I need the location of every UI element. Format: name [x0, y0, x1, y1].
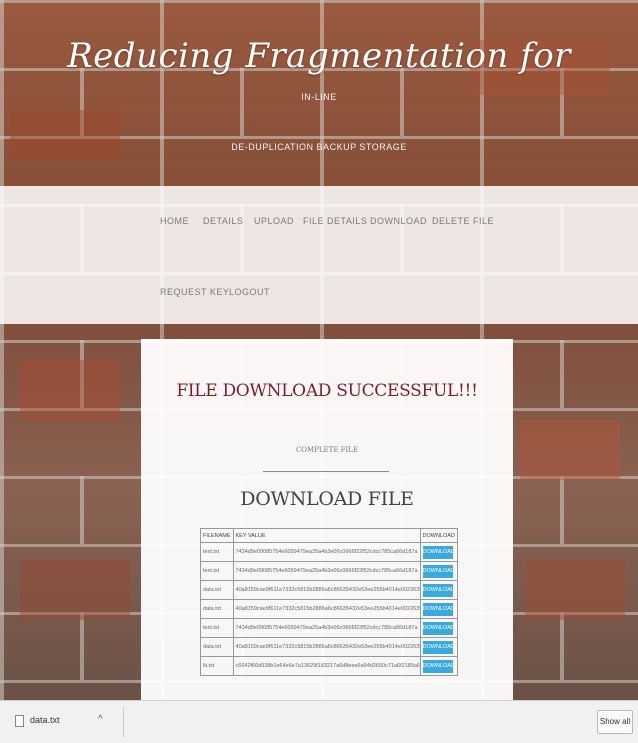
- download-panel: FILE DOWNLOAD SUCCESSFUL!!! COMPLETE FIL…: [141, 339, 513, 700]
- download-button[interactable]: DOWNLOAD: [422, 545, 455, 559]
- cell-key: 7434d9e09085754e6059479ea25a4b3e06c0666f…: [232, 618, 421, 638]
- cell-key: 7434d9e09085754e6059479ea25a4b3e06c0666f…: [232, 561, 421, 581]
- table-row: data.txt 40a8159cae9f611e7332c5815b2886a…: [200, 637, 458, 657]
- table-row: data.txt 40a8159cae9f611e7332c5815b2886a…: [200, 580, 458, 600]
- site-subtitle-line1: IN-LINE: [301, 92, 337, 102]
- cell-key: 7434d9e09085754e6059479ea25a4b3e06c0666f…: [232, 542, 421, 562]
- header-key-value: KEY VALUE: [232, 528, 421, 543]
- cell-filename: text.txt: [200, 542, 234, 562]
- download-button[interactable]: DOWNLOAD: [422, 564, 455, 578]
- cell-key: 40a8159cae9f611e7332c5815b2886a6c8663543…: [232, 580, 421, 600]
- nav-request-key[interactable]: REQUEST KEY: [160, 287, 229, 297]
- downloaded-file-name[interactable]: data.txt: [30, 715, 60, 725]
- site-title: Reducing Fragmentation for: [67, 36, 571, 76]
- table-row: lit.txt c6642f66d938b1e64e6e7a13629f1832…: [200, 656, 458, 676]
- cell-key: 40a8159cae9f611e7332c5815b2886a6c8663543…: [232, 599, 421, 619]
- complete-file-label: COMPLETE FILE: [295, 446, 359, 454]
- show-all-button[interactable]: Show all: [597, 710, 633, 734]
- nav-upload[interactable]: UPLOAD: [254, 216, 294, 226]
- cell-filename: text.txt: [200, 618, 234, 638]
- nav-home[interactable]: HOME: [160, 216, 189, 226]
- brick: [20, 560, 130, 620]
- nav-logout[interactable]: LOGOUT: [229, 287, 270, 297]
- cell-key: 40a8159cae9f611e7332c5815b2886a6c8663543…: [232, 637, 421, 657]
- brick: [10, 110, 120, 160]
- success-message: FILE DOWNLOAD SUCCESSFUL!!!: [176, 381, 478, 401]
- nav-download[interactable]: DOWNLOAD: [370, 216, 427, 226]
- files-table: FILENAME KEY VALUE DOWNLOAD text.txt 743…: [200, 528, 458, 676]
- cell-filename: data.txt: [200, 637, 234, 657]
- cell-filename: data.txt: [200, 599, 234, 619]
- browser-download-bar: data.txt ^ Show all: [0, 700, 638, 743]
- download-button[interactable]: DOWNLOAD: [422, 602, 455, 616]
- header-download: DOWNLOAD: [419, 528, 458, 543]
- nav-file-details[interactable]: FILE DETAILS: [303, 216, 367, 226]
- download-button[interactable]: DOWNLOAD: [422, 583, 455, 597]
- download-button[interactable]: DOWNLOAD: [422, 659, 455, 673]
- chevron-up-icon[interactable]: ^: [98, 714, 103, 725]
- brick: [520, 420, 620, 480]
- cell-filename: data.txt: [200, 580, 234, 600]
- main-nav: HOME DETAILS UPLOAD FILE DETAILS DOWNLOA…: [0, 186, 638, 324]
- table-row: data.txt 40a8159cae9f611e7332c5815b2886a…: [200, 599, 458, 619]
- header-filename: FILENAME: [200, 528, 234, 543]
- download-button[interactable]: DOWNLOAD: [422, 640, 455, 654]
- cell-key: c6642f66d938b1e64e6e7a13629f183217a6d8ee…: [232, 656, 421, 676]
- table-row: text.txt 7434d9e09085754e6059479ea25a4b3…: [200, 561, 458, 581]
- site-subtitle-line2: DE-DUPLICATION BACKUP STORAGE: [231, 142, 407, 152]
- brick: [525, 560, 625, 620]
- cell-filename: text.txt: [200, 561, 234, 581]
- file-icon: [15, 715, 24, 727]
- cell-filename: lit.txt: [200, 656, 234, 676]
- nav-delete-file[interactable]: DELETE FILE: [432, 216, 494, 226]
- table-header-row: FILENAME KEY VALUE DOWNLOAD: [200, 528, 458, 543]
- divider-line: [263, 471, 389, 472]
- nav-details[interactable]: DETAILS: [203, 216, 243, 226]
- download-bar-divider: [123, 707, 124, 737]
- brick: [20, 360, 120, 420]
- section-title: DOWNLOAD FILE: [240, 488, 414, 510]
- table-row: text.txt 7434d9e09085754e6059479ea25a4b3…: [200, 542, 458, 562]
- table-row: text.txt 7434d9e09085754e6059479ea25a4b3…: [200, 618, 458, 638]
- download-button[interactable]: DOWNLOAD: [422, 621, 455, 635]
